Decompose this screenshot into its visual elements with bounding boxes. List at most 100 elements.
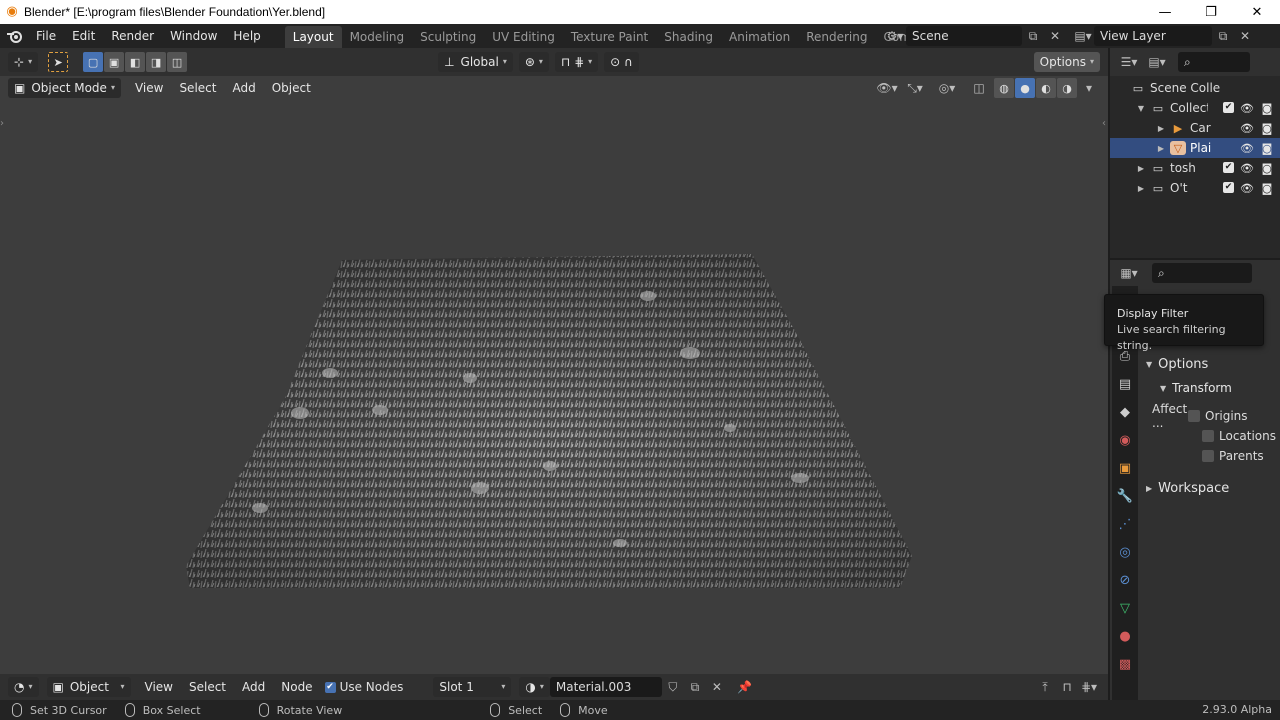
outliner-row-tosh[interactable]: ▶ ▭ tosh ✔ 👁 ◙ xyxy=(1110,158,1280,178)
slot-dropdown[interactable]: Slot 1 ▾ xyxy=(433,677,512,697)
status-bar: Set 3D Cursor Box Select Rotate View Sel… xyxy=(0,700,1280,720)
menu-file[interactable]: File xyxy=(28,24,64,48)
maximize-button[interactable]: ❐ xyxy=(1188,0,1234,24)
expand-arrow-icon[interactable]: ▶ xyxy=(1156,144,1166,153)
fake-user-icon[interactable]: ⛉ xyxy=(662,677,684,697)
outliner: ☰▾ ▤▾ ⌕ ▭ Scene Colle ▼ ▭ Collecti ✔👁◙ ▶… xyxy=(1110,48,1280,258)
properties-search-input[interactable]: ⌕ xyxy=(1152,263,1252,283)
menu-help[interactable]: Help xyxy=(225,24,268,48)
locations-checkbox[interactable] xyxy=(1202,430,1214,442)
parent-node-tree-icon[interactable]: ⤒ xyxy=(1034,677,1056,697)
eye-icon[interactable]: 👁 xyxy=(1240,182,1254,195)
close-button[interactable]: ✕ xyxy=(1234,0,1280,24)
eye-icon[interactable]: 👁 xyxy=(1240,162,1254,175)
workspace-panel-header[interactable]: ▶ Workspace xyxy=(1138,476,1280,500)
minimize-button[interactable]: — xyxy=(1142,0,1188,24)
eye-icon[interactable]: 👁 xyxy=(1240,142,1254,155)
tab-uv-editing[interactable]: UV Editing xyxy=(484,26,563,48)
options-panel-header[interactable]: ▼ Options xyxy=(1138,352,1280,376)
3d-viewport[interactable]: ⊹ ▾ ➤ ▢ ▣ ◧ ◨ ◫ ⊥ Global ▾ ⊛ ▾ ⊓ ⋕ ▾ ⊙ ∩ Opti… xyxy=(0,48,1108,674)
snap-icon[interactable]: ⊓ xyxy=(1056,677,1078,697)
grass-plane-mesh[interactable] xyxy=(0,48,1108,674)
outliner-row-camera[interactable]: ▶ ▶ Car 👁 ◙ xyxy=(1110,118,1280,138)
tab-animation[interactable]: Animation xyxy=(721,26,798,48)
new-scene-icon[interactable]: ⧉ xyxy=(1022,26,1044,46)
tab-rendering[interactable]: Rendering xyxy=(798,26,875,48)
camera-render-icon[interactable]: ◙ xyxy=(1260,142,1274,155)
use-nodes-toggle[interactable]: ✔ Use Nodes xyxy=(324,680,403,694)
world-tab-icon[interactable]: ◉ xyxy=(1112,426,1138,454)
display-mode-icon[interactable]: ▤▾ xyxy=(1146,52,1168,72)
tab-layout[interactable]: Layout xyxy=(284,26,342,48)
transform-subpanel-header[interactable]: ▼ Transform xyxy=(1138,376,1280,400)
unlink-material-icon[interactable]: ✕ xyxy=(706,677,728,697)
shader-editor-type-icon[interactable]: ◔ ▾ xyxy=(8,677,39,697)
menu-render[interactable]: Render xyxy=(103,24,162,48)
view-layer-field[interactable]: View Layer xyxy=(1094,26,1212,46)
expand-arrow-icon[interactable]: ▶ xyxy=(1136,184,1146,193)
search-icon: ⌕ xyxy=(1184,55,1191,69)
version-label: 2.93.0 Alpha xyxy=(1202,703,1272,716)
origins-checkbox[interactable] xyxy=(1188,410,1200,422)
particles-tab-icon[interactable]: ⋰ xyxy=(1112,510,1138,538)
outliner-row-plane[interactable]: ▶ ▽ Plai 👁 ◙ xyxy=(1110,138,1280,158)
view-layer-tab-icon[interactable]: ▤ xyxy=(1112,370,1138,398)
eye-icon[interactable]: 👁 xyxy=(1240,102,1254,115)
shader-type-dropdown[interactable]: ▣ Object ▾ xyxy=(46,677,131,697)
camera-render-icon[interactable]: ◙ xyxy=(1260,182,1274,195)
outliner-row-scene-collection[interactable]: ▭ Scene Colle xyxy=(1110,78,1280,98)
scene-selector-icon[interactable]: ⚙▾ xyxy=(884,26,906,46)
menu-edit[interactable]: Edit xyxy=(64,24,103,48)
physics-tab-icon[interactable]: ◎ xyxy=(1112,538,1138,566)
shader-menu-node[interactable]: Node xyxy=(273,680,320,694)
shader-menu-view[interactable]: View xyxy=(137,680,181,694)
outliner-row-collection[interactable]: ▼ ▭ Collecti ✔👁◙ xyxy=(1110,98,1280,118)
new-view-layer-icon[interactable]: ⧉ xyxy=(1212,26,1234,46)
exclude-checkbox[interactable]: ✔ xyxy=(1223,101,1234,113)
tab-shading[interactable]: Shading xyxy=(656,26,721,48)
material-browse-icon[interactable]: ◑ ▾ xyxy=(519,677,550,697)
delete-scene-icon[interactable]: ✕ xyxy=(1044,26,1066,46)
scene-name-field[interactable]: Scene xyxy=(906,26,1022,46)
eye-icon[interactable]: 👁 xyxy=(1240,122,1254,135)
expand-arrow-icon[interactable]: ▶ xyxy=(1136,164,1146,173)
pin-icon[interactable]: 📌 xyxy=(734,677,756,697)
data-tab-icon[interactable]: ▽ xyxy=(1112,594,1138,622)
modifier-tab-icon[interactable]: 🔧 xyxy=(1112,482,1138,510)
tab-texture-paint[interactable]: Texture Paint xyxy=(563,26,656,48)
texture-tab-icon[interactable]: ▩ xyxy=(1112,650,1138,678)
outliner-row-ot[interactable]: ▶ ▭ O't ✔ 👁 ◙ xyxy=(1110,178,1280,198)
duplicate-material-icon[interactable]: ⧉ xyxy=(684,677,706,697)
material-tab-icon[interactable]: ● xyxy=(1112,622,1138,650)
shader-menu-select[interactable]: Select xyxy=(181,680,234,694)
scene-collection-icon: ▭ xyxy=(1132,81,1144,95)
menu-window[interactable]: Window xyxy=(162,24,225,48)
tooltip-description: Live search filtering string. xyxy=(1117,323,1226,352)
properties-header: ▦▾ ⌕ xyxy=(1110,260,1280,286)
scene-tab-icon[interactable]: ◆ xyxy=(1112,398,1138,426)
camera-render-icon[interactable]: ◙ xyxy=(1260,122,1274,135)
collapse-arrow-icon[interactable]: ▼ xyxy=(1136,104,1146,113)
object-tab-icon[interactable]: ▣ xyxy=(1112,454,1138,482)
expand-arrow-icon[interactable]: ▶ xyxy=(1156,124,1166,133)
use-nodes-checkbox[interactable]: ✔ xyxy=(324,681,336,693)
outliner-search-input[interactable]: ⌕ xyxy=(1178,52,1250,72)
shader-menu-add[interactable]: Add xyxy=(234,680,273,694)
view-layer-selector-icon[interactable]: ▤▾ xyxy=(1072,26,1094,46)
exclude-checkbox[interactable]: ✔ xyxy=(1223,181,1234,193)
constraints-tab-icon[interactable]: ⊘ xyxy=(1112,566,1138,594)
blender-logo-icon[interactable] xyxy=(0,24,28,48)
snap-element-icon[interactable]: ⋕▾ xyxy=(1078,677,1100,697)
mouse-left-icon xyxy=(490,703,501,717)
outliner-editor-type-icon[interactable]: ☰▾ xyxy=(1118,52,1140,72)
tab-sculpting[interactable]: Sculpting xyxy=(412,26,484,48)
properties-editor-type-icon[interactable]: ▦▾ xyxy=(1118,263,1140,283)
exclude-checkbox[interactable]: ✔ xyxy=(1223,161,1234,173)
camera-render-icon[interactable]: ◙ xyxy=(1260,162,1274,175)
delete-view-layer-icon[interactable]: ✕ xyxy=(1234,26,1256,46)
tab-modeling[interactable]: Modeling xyxy=(342,26,413,48)
material-name-field[interactable]: Material.003 xyxy=(549,677,662,697)
affect-row: Affect ... Origins xyxy=(1138,402,1280,430)
parents-checkbox[interactable] xyxy=(1202,450,1214,462)
camera-render-icon[interactable]: ◙ xyxy=(1260,102,1274,115)
